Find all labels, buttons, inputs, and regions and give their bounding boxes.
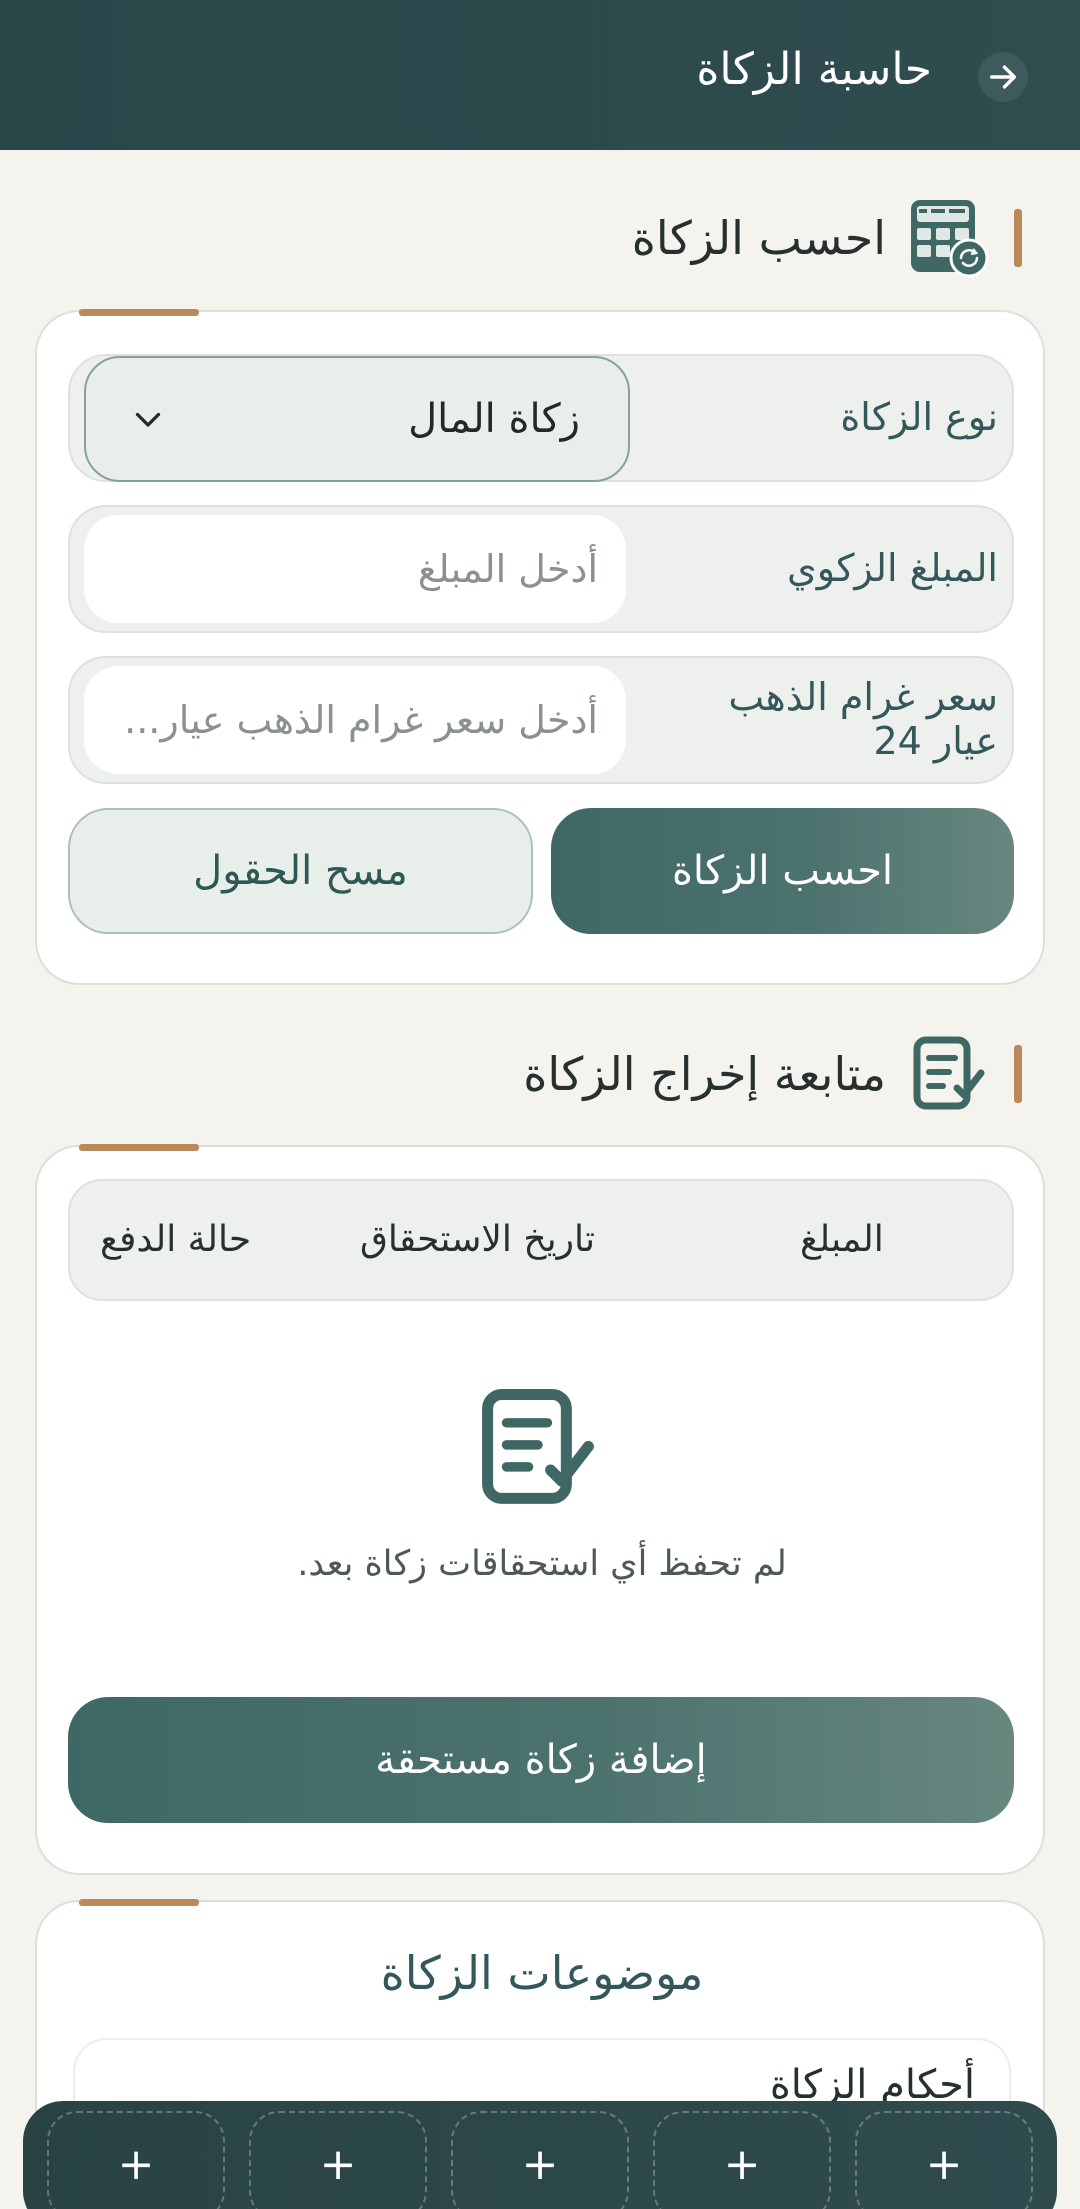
card-accent: [79, 1144, 199, 1151]
arrow-right-icon: [989, 65, 1017, 89]
tracking-table-header: المبلغ تاريخ الاستحقاق حالة الدفع: [68, 1179, 1014, 1301]
app-bar: حاسبة الزكاة: [0, 0, 1080, 150]
calculate-button[interactable]: احسب الزكاة: [551, 808, 1014, 934]
gold-price-row: سعر غرام الذهب عيار 24 أدخل سعر غرام الذ…: [68, 656, 1014, 784]
shortcut-slot[interactable]: +: [653, 2111, 831, 2209]
calculator-section-header: احسب الزكاة: [632, 198, 1022, 278]
shortcut-slot[interactable]: +: [249, 2111, 427, 2209]
shortcut-slot[interactable]: +: [47, 2111, 225, 2209]
shortcut-slot[interactable]: +: [855, 2111, 1033, 2209]
calculator-icon: [906, 195, 992, 281]
column-payment-status: حالة الدفع: [100, 1219, 252, 1260]
page-title: حاسبة الزكاة: [696, 44, 932, 95]
checklist-icon: [906, 1031, 992, 1117]
section-accent-bar: [1014, 1045, 1022, 1103]
card-accent: [79, 309, 199, 316]
section-accent-bar: [1014, 209, 1022, 267]
tracking-card: المبلغ تاريخ الاستحقاق حالة الدفع لم تحف…: [35, 1144, 1045, 1875]
bottom-shortcut-bar: + + + + +: [23, 2101, 1057, 2209]
column-amount: المبلغ: [800, 1219, 884, 1260]
chevron-down-icon: [135, 412, 161, 427]
zakat-type-row: نوع الزكاة زكاة المال: [68, 354, 1014, 482]
zakat-type-value: زكاة المال: [408, 396, 580, 442]
empty-state-text: لم تحفظ أي استحقاقات زكاة بعد.: [297, 1544, 787, 1584]
card-accent: [79, 1899, 199, 1906]
add-due-zakat-button[interactable]: إضافة زكاة مستحقة: [68, 1697, 1014, 1823]
amount-label: المبلغ الزكوي: [786, 546, 998, 591]
tracking-section-header: متابعة إخراج الزكاة: [523, 1034, 1022, 1114]
gold-price-input[interactable]: أدخل سعر غرام الذهب عيار...: [84, 666, 626, 774]
topics-title: موضوعات الزكاة: [380, 1946, 704, 2000]
zakat-type-label: نوع الزكاة: [840, 395, 998, 440]
checklist-icon: [475, 1385, 601, 1511]
amount-row: المبلغ الزكوي أدخل المبلغ: [68, 505, 1014, 633]
calculator-section-title: احسب الزكاة: [631, 211, 886, 265]
amount-input[interactable]: أدخل المبلغ: [84, 515, 626, 623]
gold-price-label: سعر غرام الذهب عيار 24: [728, 675, 998, 763]
back-button[interactable]: [978, 52, 1028, 102]
shortcut-slot[interactable]: +: [451, 2111, 629, 2209]
tracking-section-title: متابعة إخراج الزكاة: [523, 1047, 886, 1101]
clear-fields-button[interactable]: مسح الحقول: [68, 808, 533, 934]
zakat-type-select[interactable]: زكاة المال: [84, 356, 630, 482]
calculator-card: نوع الزكاة زكاة المال المبلغ الزكوي أدخل…: [35, 309, 1045, 985]
column-due-date: تاريخ الاستحقاق: [360, 1219, 595, 1260]
